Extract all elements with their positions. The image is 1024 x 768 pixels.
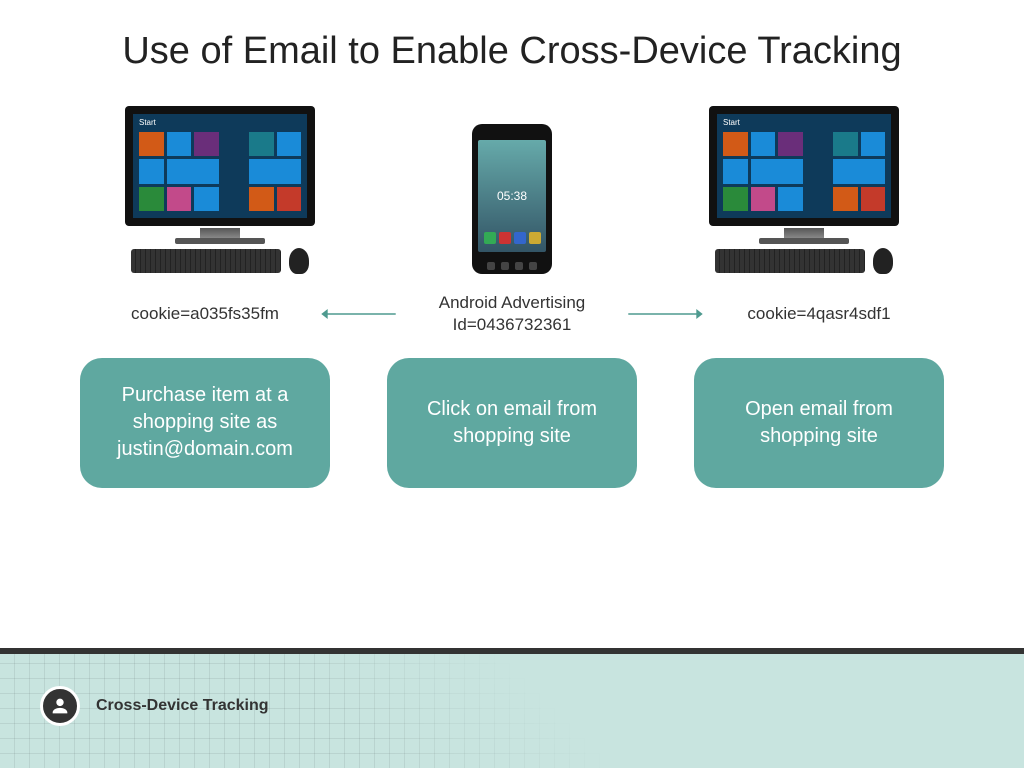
- desktop-computer-icon: Start: [125, 106, 315, 274]
- keyboard-icon: [131, 249, 281, 273]
- step-open-email: Open email from shopping site: [694, 358, 944, 488]
- device-center: 05:38: [382, 124, 642, 274]
- steps-row: Purchase item at a shopping site as just…: [0, 336, 1024, 488]
- smartphone-icon: 05:38: [472, 124, 552, 274]
- mouse-icon: [873, 248, 893, 274]
- desktop-computer-icon: Start: [709, 106, 899, 274]
- identifier-row: cookie=a035fs35fm Android Advertising Id…: [0, 274, 1024, 336]
- android-ad-id-line2: Id=0436732361: [453, 315, 572, 334]
- device-right: Start: [674, 106, 934, 274]
- slide: Use of Email to Enable Cross-Device Trac…: [0, 0, 1024, 768]
- step-purchase: Purchase item at a shopping site as just…: [80, 358, 330, 488]
- keyboard-icon: [715, 249, 865, 273]
- android-ad-id: Android Advertising Id=0436732361: [397, 292, 627, 336]
- cookie-left: cookie=a035fs35fm: [90, 303, 320, 325]
- slide-title: Use of Email to Enable Cross-Device Trac…: [0, 0, 1024, 76]
- cookie-right: cookie=4qasr4sdf1: [704, 303, 934, 325]
- start-menu-label: Start: [139, 118, 156, 127]
- arrow-left-icon: [320, 313, 397, 315]
- person-icon: [40, 686, 80, 726]
- step-click-email: Click on email from shopping site: [387, 358, 637, 488]
- footer: Cross-Device Tracking: [0, 648, 1024, 768]
- mouse-icon: [289, 248, 309, 274]
- device-left: Start: [90, 106, 350, 274]
- start-menu-label: Start: [723, 118, 740, 127]
- devices-row: Start 05:38: [0, 76, 1024, 274]
- arrow-right-icon: [627, 313, 704, 315]
- footer-title: Cross-Device Tracking: [96, 697, 269, 715]
- phone-clock: 05:38: [478, 189, 546, 203]
- android-ad-id-line1: Android Advertising: [439, 293, 585, 312]
